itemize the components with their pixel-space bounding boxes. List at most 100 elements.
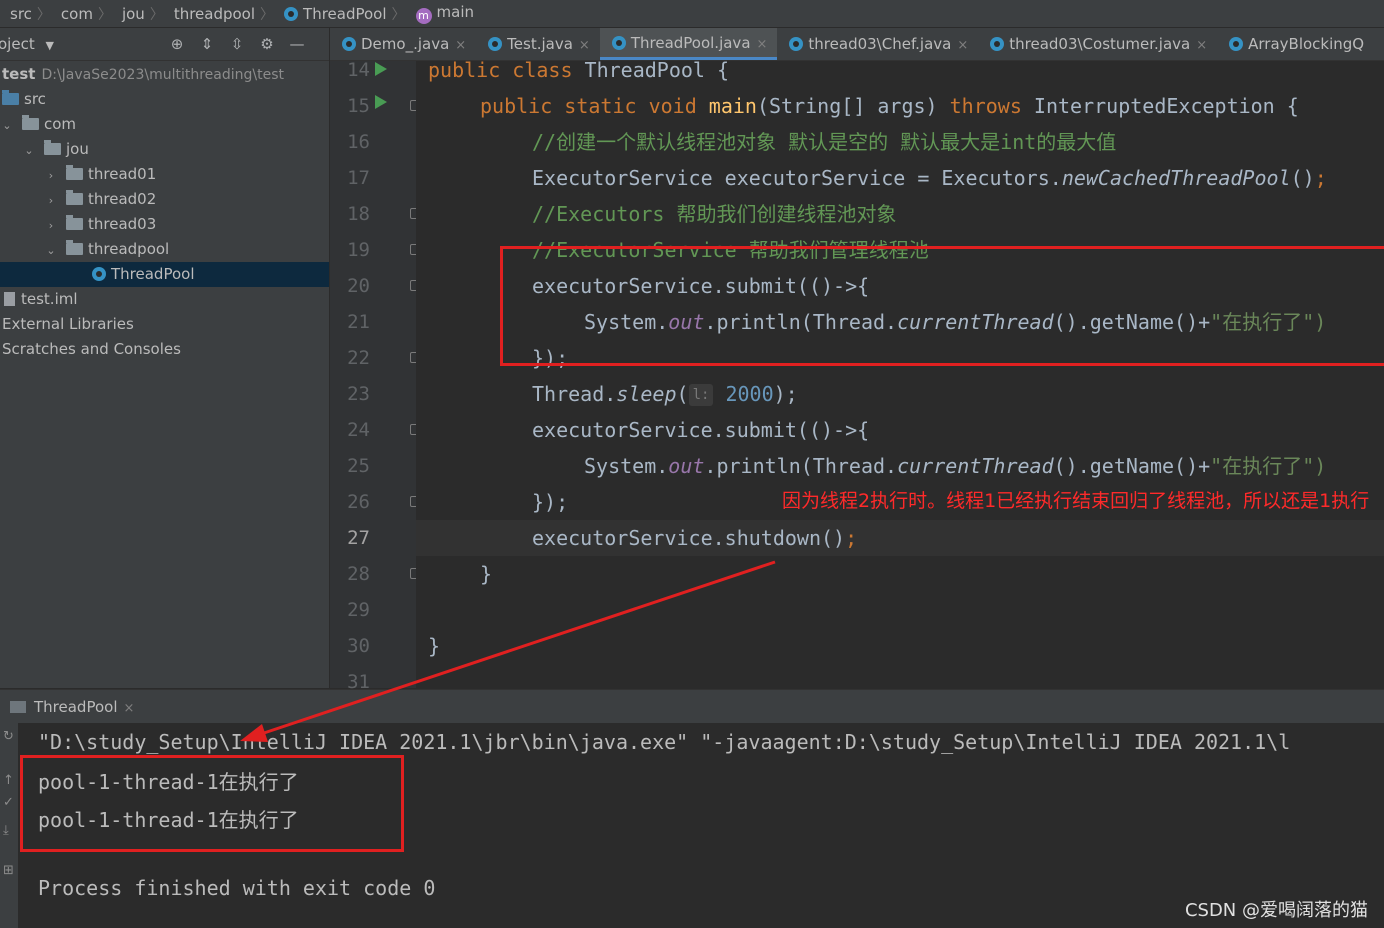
code-line-30: } — [428, 634, 441, 658]
code-line-27: executorService.shutdown(); — [416, 520, 1384, 556]
gear-icon[interactable]: ⚙ — [256, 35, 278, 53]
method-icon: m — [415, 8, 432, 24]
breadcrumb-method-label: main — [436, 3, 474, 21]
line-number: 21 — [347, 311, 370, 333]
line-number: 17 — [347, 167, 370, 189]
close-icon[interactable]: × — [957, 38, 968, 53]
locate-icon[interactable]: ⊕ — [166, 35, 188, 53]
tree-item-external-libraries[interactable]: External Libraries — [0, 312, 329, 337]
scroll-end-icon[interactable]: ⤓ — [3, 823, 9, 838]
chevron-down-icon[interactable]: ⌄ — [44, 238, 58, 263]
line-number-current: 27 — [347, 527, 370, 549]
close-icon[interactable]: × — [123, 701, 134, 716]
collapse-all-icon[interactable]: ⇳ — [226, 35, 248, 53]
hide-icon[interactable]: — — [286, 35, 308, 53]
tree-item-thread03[interactable]: › thread03 — [0, 212, 329, 237]
tree-item-src[interactable]: src — [0, 87, 329, 112]
line-number: 28 — [347, 563, 370, 585]
close-icon[interactable]: × — [1196, 38, 1207, 53]
run-panel-header: ThreadPool × — [0, 689, 1384, 723]
breadcrumb-class-label: ThreadPool — [303, 4, 387, 23]
run-class-icon[interactable] — [375, 62, 387, 76]
tree-item-iml[interactable]: test.iml — [0, 287, 329, 312]
run-main-icon[interactable] — [375, 95, 387, 109]
line-number: 16 — [347, 131, 370, 153]
tab-chef[interactable]: thread03\Chef.java × — [777, 28, 978, 60]
tree-item-scratches[interactable]: Scratches and Consoles — [0, 337, 329, 362]
tree-item-threadpool-class[interactable]: ThreadPool — [0, 262, 329, 287]
line-number: 22 — [347, 347, 370, 369]
line-number: 23 — [347, 383, 370, 405]
line-number: 18 — [347, 203, 370, 225]
tree-item-thread02[interactable]: › thread02 — [0, 187, 329, 212]
tree-item-thread01[interactable]: › thread01 — [0, 162, 329, 187]
code-line-24: executorService.submit(()->{ — [532, 418, 870, 442]
chevron-right-icon[interactable]: › — [44, 213, 58, 238]
close-icon[interactable]: × — [757, 37, 768, 52]
code-line-15: public static void main(String[] args) t… — [480, 94, 1299, 118]
tree-item-jou[interactable]: ⌄ jou — [0, 137, 329, 162]
chevron-right-icon: 〉 — [260, 6, 275, 23]
wrench-icon[interactable]: ✓ — [3, 795, 14, 810]
tab-arrayblocking[interactable]: ArrayBlockingQ — [1217, 28, 1374, 60]
chevron-right-icon: 〉 — [36, 6, 51, 23]
chevron-right-icon: 〉 — [149, 6, 164, 23]
breadcrumb-method[interactable]: m main — [406, 3, 479, 24]
tree-item-root[interactable]: test D:\JavaSe2023\multithreading\test — [0, 62, 329, 87]
line-number: 14 — [347, 59, 370, 81]
chevron-down-icon[interactable]: ⌄ — [22, 138, 36, 163]
chevron-right-icon[interactable]: › — [44, 188, 58, 213]
line-number: 26 — [347, 491, 370, 513]
editor-gutter: 14 15 16 17 18 19 20 21 22 23 24 25 26 2… — [330, 59, 421, 693]
chevron-right-icon: 〉 — [391, 6, 406, 23]
console-exit-line: Process finished with exit code 0 — [38, 876, 436, 900]
class-icon — [92, 267, 106, 281]
tab-threadpool[interactable]: ThreadPool.java × — [599, 28, 778, 60]
line-number: 15 — [347, 95, 370, 117]
breadcrumb-com[interactable]: com — [51, 5, 98, 23]
code-line-25: System.out.println(Thread.currentThread(… — [584, 454, 1327, 478]
class-icon — [990, 37, 1005, 51]
line-number: 30 — [347, 635, 370, 657]
class-icon — [611, 36, 626, 50]
run-toolbar: ↻ ↑ ✓ ⤓ ⊞ — [0, 723, 18, 928]
line-number: 29 — [347, 599, 370, 621]
class-icon — [284, 6, 299, 21]
tab-costumer[interactable]: thread03\Costumer.java × — [978, 28, 1217, 60]
breadcrumb-jou[interactable]: jou — [112, 5, 150, 23]
project-panel-header: oject ▼ ⊕ ⇕ ⇳ ⚙ — — [0, 28, 329, 61]
code-line-28: } — [480, 562, 493, 586]
highlight-box-code — [500, 246, 1384, 366]
package-icon — [66, 165, 83, 180]
chevron-right-icon[interactable]: › — [44, 163, 58, 188]
breadcrumb-threadpool[interactable]: threadpool — [164, 5, 260, 23]
watermark: CSDN @爱喝阔落的猫 — [1184, 900, 1368, 921]
code-line-14: public class ThreadPool { — [428, 61, 730, 82]
file-icon — [4, 292, 15, 306]
rerun-icon[interactable]: ↻ — [3, 729, 14, 744]
tree-root-path: D:\JavaSe2023\multithreading\test — [41, 67, 285, 83]
expand-all-icon[interactable]: ⇕ — [196, 35, 218, 53]
breadcrumb-src[interactable]: src — [0, 5, 37, 23]
close-icon[interactable]: × — [579, 38, 590, 53]
code-editor[interactable]: public class ThreadPool { public static … — [416, 61, 1384, 688]
line-number: 24 — [347, 419, 370, 441]
package-icon — [44, 140, 61, 155]
class-icon — [789, 37, 804, 51]
tree-item-com[interactable]: ⌄ com — [0, 112, 329, 137]
parameter-hint: l: — [688, 384, 714, 406]
up-icon[interactable]: ↑ — [3, 773, 14, 788]
tree-item-threadpool[interactable]: ⌄ threadpool — [0, 237, 329, 262]
run-tab[interactable]: ThreadPool × — [10, 696, 134, 718]
line-number: 25 — [347, 455, 370, 477]
close-icon[interactable]: × — [455, 38, 466, 53]
console-icon — [10, 701, 26, 713]
code-line-16: //创建一个默认线程池对象 默认是空的 默认最大是int的最大值 — [532, 130, 1117, 154]
line-number: 19 — [347, 239, 370, 261]
breadcrumb-class[interactable]: ThreadPool — [274, 5, 391, 23]
pin-icon[interactable]: ⊞ — [3, 863, 14, 878]
chevron-down-icon[interactable]: ⌄ — [0, 113, 14, 138]
code-line-18: //Executors 帮助我们创建线程池对象 — [532, 202, 897, 226]
tab-test[interactable]: Test.java × — [476, 28, 600, 60]
project-view-selector[interactable]: oject ▼ — [0, 35, 158, 53]
